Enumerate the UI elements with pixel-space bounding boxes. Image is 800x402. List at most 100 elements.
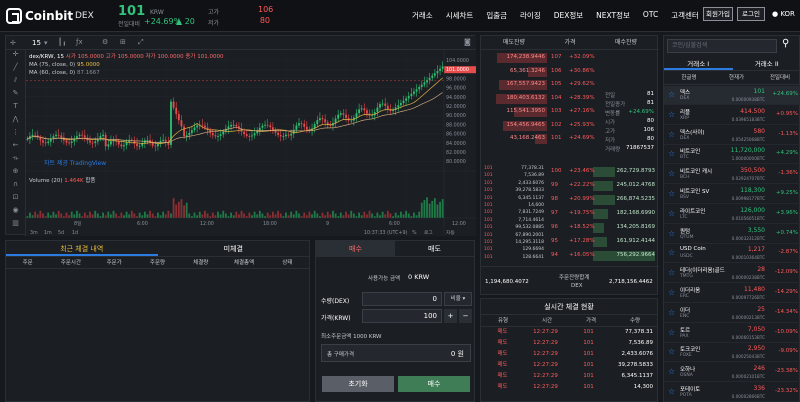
back-icon[interactable]: ← [6, 141, 25, 154]
chart-scale-option[interactable]: 10:37:33 (UTC+9) [364, 230, 408, 236]
range-button[interactable]: 5d [58, 230, 64, 236]
star-icon[interactable]: ☆ [668, 248, 675, 257]
coinbit-logo[interactable]: Coinbit [6, 8, 73, 24]
star-icon[interactable]: ☆ [668, 130, 675, 139]
chart-scale-option[interactable]: 로그 [424, 230, 433, 236]
cursor-tool-icon[interactable]: ✛ [6, 50, 25, 63]
language-selector[interactable]: ● KOR [772, 10, 795, 18]
star-icon[interactable]: ☆ [668, 268, 675, 277]
fullscreen-icon[interactable]: ⤢ [138, 38, 144, 47]
crosshair-icon[interactable]: ✛ [10, 39, 16, 47]
coin-row[interactable]: ☆ 비트코인 캐시 BCH 350,500 0.02924707BTC -1.3… [664, 165, 800, 185]
coin-row[interactable]: ☆ USD Coin USDC 1,217 0.00010364BTC -2.8… [664, 244, 800, 264]
magnet-icon[interactable]: ∩ [6, 180, 25, 193]
interval-select[interactable]: 15 [32, 39, 41, 47]
ask-row[interactable]: 174,238.9446 107 +32.09% [481, 52, 659, 63]
coin-row[interactable]: ☆ 이더 ENC 25 0.00000213BTC -14.34% [664, 304, 800, 323]
channel-tool-icon[interactable]: ⫽ [6, 76, 25, 89]
search-icon[interactable]: ⚲ [782, 38, 789, 49]
nav-deposit[interactable]: 입출금 [486, 10, 507, 21]
star-icon[interactable]: ☆ [668, 367, 675, 376]
range-button[interactable]: 1d [72, 230, 78, 236]
star-icon[interactable]: ☆ [668, 229, 675, 238]
indicators-icon[interactable]: ƒx [76, 38, 83, 46]
coin-row[interactable]: ☆ 덱스(사이) DEX 580 0.05425068BTC -1.13% [664, 126, 800, 145]
ask-row[interactable]: 65,361.3246 106 +30.86% [481, 66, 659, 77]
coin-row[interactable]: ☆ 테더(이더리움)골드 TMTG 28 0.00000238BTC -12.0… [664, 264, 800, 284]
nav-exchange[interactable]: 거래소 [412, 10, 433, 21]
coin-row[interactable]: ☆ 리플 XRP 414.500 0.03965183BTC +0.95% [664, 106, 800, 125]
gear-icon[interactable]: ⚙ [102, 38, 108, 46]
price-plus-button[interactable]: + [444, 309, 457, 323]
eye-icon[interactable]: ◉ [6, 206, 25, 219]
star-icon[interactable]: ☆ [668, 90, 675, 99]
ask-row[interactable]: 167,557.9423 105 +29.62% [481, 79, 659, 90]
text-tool-icon[interactable]: T [6, 102, 25, 115]
tab-exchange-2[interactable]: 거래소 II [733, 57, 800, 70]
nav-support[interactable]: 고객센터 [671, 10, 699, 21]
candle-type-icon[interactable]: ┃╻ [58, 38, 66, 46]
coin-row[interactable]: ☆ 비트코인 BTC 11,720,000 1.00000000BTC +4.2… [664, 145, 800, 165]
ratio-select[interactable]: 비율 ▾ [444, 292, 472, 306]
star-icon[interactable]: ☆ [668, 169, 675, 178]
tab-open-orders[interactable]: 미체결 [158, 241, 310, 256]
nav-chart[interactable]: 시세차트 [446, 10, 474, 21]
coin-search-input[interactable]: 코인/심볼검색 [667, 39, 777, 53]
fib-tool-icon[interactable]: ⋮ [6, 128, 25, 141]
coin-price: 11,480 [744, 286, 765, 293]
star-icon[interactable]: ☆ [668, 387, 675, 396]
nav-otc[interactable]: OTC [643, 10, 658, 21]
star-icon[interactable]: ☆ [668, 110, 675, 119]
trash-icon[interactable]: ▥ [6, 219, 25, 232]
chevron-down-icon[interactable]: ▾ [44, 39, 48, 47]
candlestick-chart[interactable]: 104.0000 101.0000 98.0000 96.0000 94.0000 92.… [26, 50, 476, 236]
brush-tool-icon[interactable]: ✎ [6, 89, 25, 102]
tab-recent-trades[interactable]: 최근 체결 내역 [6, 241, 158, 256]
qty-input[interactable]: 0 [362, 292, 442, 306]
candle-body [345, 114, 347, 118]
zoom-icon[interactable]: ⊕ [6, 167, 25, 180]
nav-dex-info[interactable]: DEX정보 [554, 10, 583, 21]
nav-next-info[interactable]: NEXT정보 [596, 10, 630, 21]
candle-body [180, 120, 183, 127]
coin-row[interactable]: ☆ 퀀텀 QTUM 3,550 0.00032312BTC +0.74% [664, 225, 800, 244]
star-icon[interactable]: ☆ [668, 189, 675, 198]
price-minus-button[interactable]: − [459, 309, 472, 323]
camera-icon[interactable]: ◙ [464, 38, 471, 46]
nav-rising[interactable]: 라이징 [520, 10, 541, 21]
star-icon[interactable]: ☆ [668, 328, 675, 337]
chart-scale-option[interactable]: 자동 [446, 229, 455, 236]
star-icon[interactable]: ☆ [668, 308, 675, 317]
compare-icon[interactable]: ⊞ [120, 38, 126, 46]
signup-button[interactable]: 회원가입 [703, 7, 733, 21]
reset-button[interactable]: 초기화 [322, 376, 394, 392]
tradingview-watermark[interactable]: 차트 제공 TradingView [44, 158, 106, 167]
lock-icon[interactable]: ⊡ [6, 193, 25, 206]
range-button[interactable]: 1m [44, 230, 52, 236]
pattern-tool-icon[interactable]: ⋀ [6, 115, 25, 128]
coin-row[interactable]: ☆ 토르 PAX 7,050 0.00060153BTC -10.09% [664, 324, 800, 343]
tab-buy[interactable]: 매수 [316, 241, 395, 256]
coin-row[interactable]: ☆ 이더리움 ERC 11,480 0.00097726BTC -14.29% [664, 284, 800, 303]
star-icon[interactable]: ☆ [668, 149, 675, 158]
login-button[interactable]: 로그인 [737, 7, 765, 21]
buy-button[interactable]: 매수 [398, 376, 470, 392]
coin-row[interactable]: ☆ 비트코인 SV BSV 118,300 0.00998177BTC +9.2… [664, 185, 800, 204]
ruler-icon[interactable]: ⟛ [6, 154, 25, 167]
price-input[interactable]: 100 [362, 309, 442, 323]
coin-row[interactable]: ☆ 오하나 OSNA 246 0.00002101BTC -23.38% [664, 363, 800, 383]
tab-exchange-1[interactable]: 거래소 I [664, 57, 733, 70]
tab-sell[interactable]: 매도 [395, 241, 474, 256]
bid-price: 97 [551, 210, 558, 216]
range-button[interactable]: 3m [30, 230, 38, 236]
star-icon[interactable]: ☆ [668, 209, 675, 218]
coin-row[interactable]: ☆ 라이트코인 LTC 126,000 0.01056051BTC +3.96% [664, 205, 800, 224]
fill-row: 101 14,295.3118 [484, 240, 544, 247]
coin-row[interactable]: ☆ 포테이토 POTA 336 0.00002866BTC -23.32% [664, 383, 800, 402]
trendline-tool-icon[interactable]: ╱ [6, 63, 25, 76]
coin-row[interactable]: ☆ 덱스 DEX 101 0.00000938BTC +24.69% [664, 86, 800, 105]
chart-scale-option[interactable]: % [412, 230, 417, 236]
coin-row[interactable]: ☆ 토크코인 FOXE 2,950 0.00025043BTC -9.09% [664, 343, 800, 363]
star-icon[interactable]: ☆ [668, 288, 675, 297]
star-icon[interactable]: ☆ [668, 347, 675, 356]
